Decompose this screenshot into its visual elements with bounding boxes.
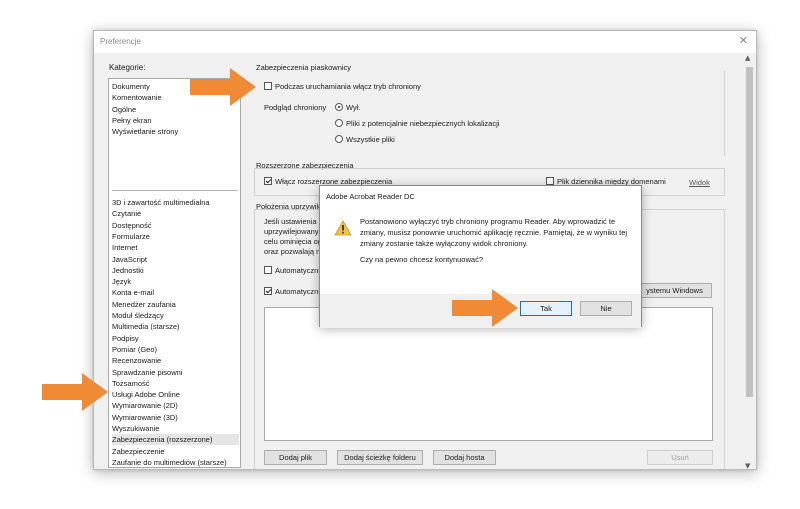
category-item[interactable]: Zabezpieczenie <box>112 446 239 457</box>
scroll-down-icon[interactable]: ▼ <box>745 462 750 469</box>
auto-trust-checkbox-1[interactable]: Automatyczni <box>264 266 320 275</box>
category-item[interactable]: JavaScript <box>112 254 239 265</box>
radio-all-label: Wszystkie pliki <box>346 135 395 144</box>
orange-arrow-icon <box>190 68 256 106</box>
radio-icon[interactable] <box>335 119 343 127</box>
protected-mode-label: Podczas uruchamiania włącz tryb chronion… <box>275 82 421 91</box>
scroll-up-icon[interactable]: ▲ <box>745 54 750 62</box>
protected-view-label: Podgląd chroniony <box>264 103 327 112</box>
vertical-scrollbar[interactable]: ▲ ▼ <box>743 53 756 469</box>
scroll-thumb[interactable] <box>746 67 753 397</box>
dialog-message: Postanowiono wyłączyć tryb chroniony pro… <box>360 217 628 248</box>
dialog-body: Postanowiono wyłączyć tryb chroniony pro… <box>320 206 641 294</box>
radio-icon[interactable] <box>335 103 343 111</box>
category-item[interactable]: Moduł śledzący <box>112 310 239 321</box>
category-item[interactable]: Recenzowanie <box>112 355 239 366</box>
auto-trust-check-icon[interactable] <box>264 287 272 295</box>
category-item[interactable]: Język <box>112 276 239 287</box>
privileged-desc-line: Jeśli ustawienia za <box>264 217 327 226</box>
privileged-desc-line: celu ominięcia og <box>264 237 322 246</box>
category-item[interactable]: Czytanie <box>112 208 239 219</box>
radio-all-files[interactable]: Wszystkie pliki <box>335 135 395 144</box>
log-check-icon[interactable] <box>546 177 554 185</box>
category-item[interactable]: Jednostki <box>112 265 239 276</box>
category-item[interactable]: Internet <box>112 242 239 253</box>
dialog-question: Czy na pewno chcesz kontynuować? <box>360 255 483 264</box>
windows-locations-button[interactable]: ystemu Windows <box>637 283 712 298</box>
category-item[interactable]: Formularze <box>112 231 239 242</box>
auto-trust-checkbox-2[interactable]: Automatyczni <box>264 287 320 296</box>
category-item[interactable]: Wyszukiwanie <box>112 423 239 434</box>
protected-mode-checkbox[interactable]: Podczas uruchamiania włącz tryb chronion… <box>264 82 421 91</box>
radio-off-label: Wył. <box>346 103 361 112</box>
category-item[interactable]: Podpisy <box>112 333 239 344</box>
category-item[interactable]: Wymiarowanie (2D) <box>112 400 239 411</box>
categories-list[interactable]: Dokumenty Komentowanie Ogólne Pełny ekran Wy… <box>108 78 241 468</box>
categories-label: Kategorie: <box>109 63 146 72</box>
category-item[interactable]: Wymiarowanie (3D) <box>112 412 239 423</box>
privileged-desc-line: oraz pozwalają na <box>264 247 325 256</box>
category-item[interactable]: Konta e-mail <box>112 287 239 298</box>
category-item[interactable]: Multimedia (starsze) <box>112 321 239 332</box>
radio-off[interactable]: Wył. <box>335 103 361 112</box>
view-link[interactable]: Widok <box>689 178 710 187</box>
category-item[interactable]: 3D i zawartość multimedialna <box>112 197 239 208</box>
orange-arrow-icon <box>42 373 108 411</box>
radio-icon[interactable] <box>335 135 343 143</box>
category-item[interactable]: Tożsamość <box>112 378 239 389</box>
yes-button[interactable]: Tak <box>520 301 572 316</box>
radio-unsafe-locations[interactable]: Pliki z potencjalnie niebezpiecznych lok… <box>335 119 499 128</box>
no-button[interactable]: Nie <box>580 301 632 316</box>
category-item[interactable]: Menedżer zaufania <box>112 299 239 310</box>
auto-trust-label-2: Automatyczni <box>275 287 321 296</box>
category-item[interactable]: Sprawdzanie pisowni <box>112 367 239 378</box>
dialog-title: Adobe Acrobat Reader DC <box>326 192 415 201</box>
auto-trust-check-icon[interactable] <box>264 266 272 274</box>
category-item[interactable]: Dostępność <box>112 220 239 231</box>
protected-mode-check-icon[interactable] <box>264 82 272 90</box>
radio-unsafe-label: Pliki z potencjalnie niebezpiecznych lok… <box>346 119 500 128</box>
category-item[interactable]: Pomiar (Geo) <box>112 344 239 355</box>
auto-trust-label-1: Automatyczni <box>275 266 321 275</box>
remove-button[interactable]: Usuń <box>647 450 713 465</box>
close-icon[interactable]: ✕ <box>739 34 748 47</box>
add-host-button[interactable]: Dodaj hosta <box>433 450 496 465</box>
title-bar: Preferencje ✕ <box>94 31 756 53</box>
warning-icon <box>334 220 352 236</box>
add-folder-button[interactable]: Dodaj ścieżkę folderu <box>337 450 423 465</box>
category-item[interactable]: Zaufanie do multimediów (starsze) <box>112 457 239 467</box>
privileged-desc-line: uprzywilejowanych <box>264 227 327 236</box>
category-item[interactable]: Pełny ekran <box>112 115 239 126</box>
enhanced-check-icon[interactable] <box>264 177 272 185</box>
window-title: Preferencje <box>100 37 141 46</box>
categories-divider <box>112 190 238 191</box>
category-item[interactable]: Zabezpieczenia (rozszerzone) <box>112 434 239 446</box>
category-item[interactable]: Usługi Adobe Online <box>112 389 239 400</box>
add-file-button[interactable]: Dodaj plik <box>264 450 327 465</box>
category-item[interactable]: Wyświetlanie strony <box>112 126 239 137</box>
orange-arrow-icon <box>452 289 518 327</box>
